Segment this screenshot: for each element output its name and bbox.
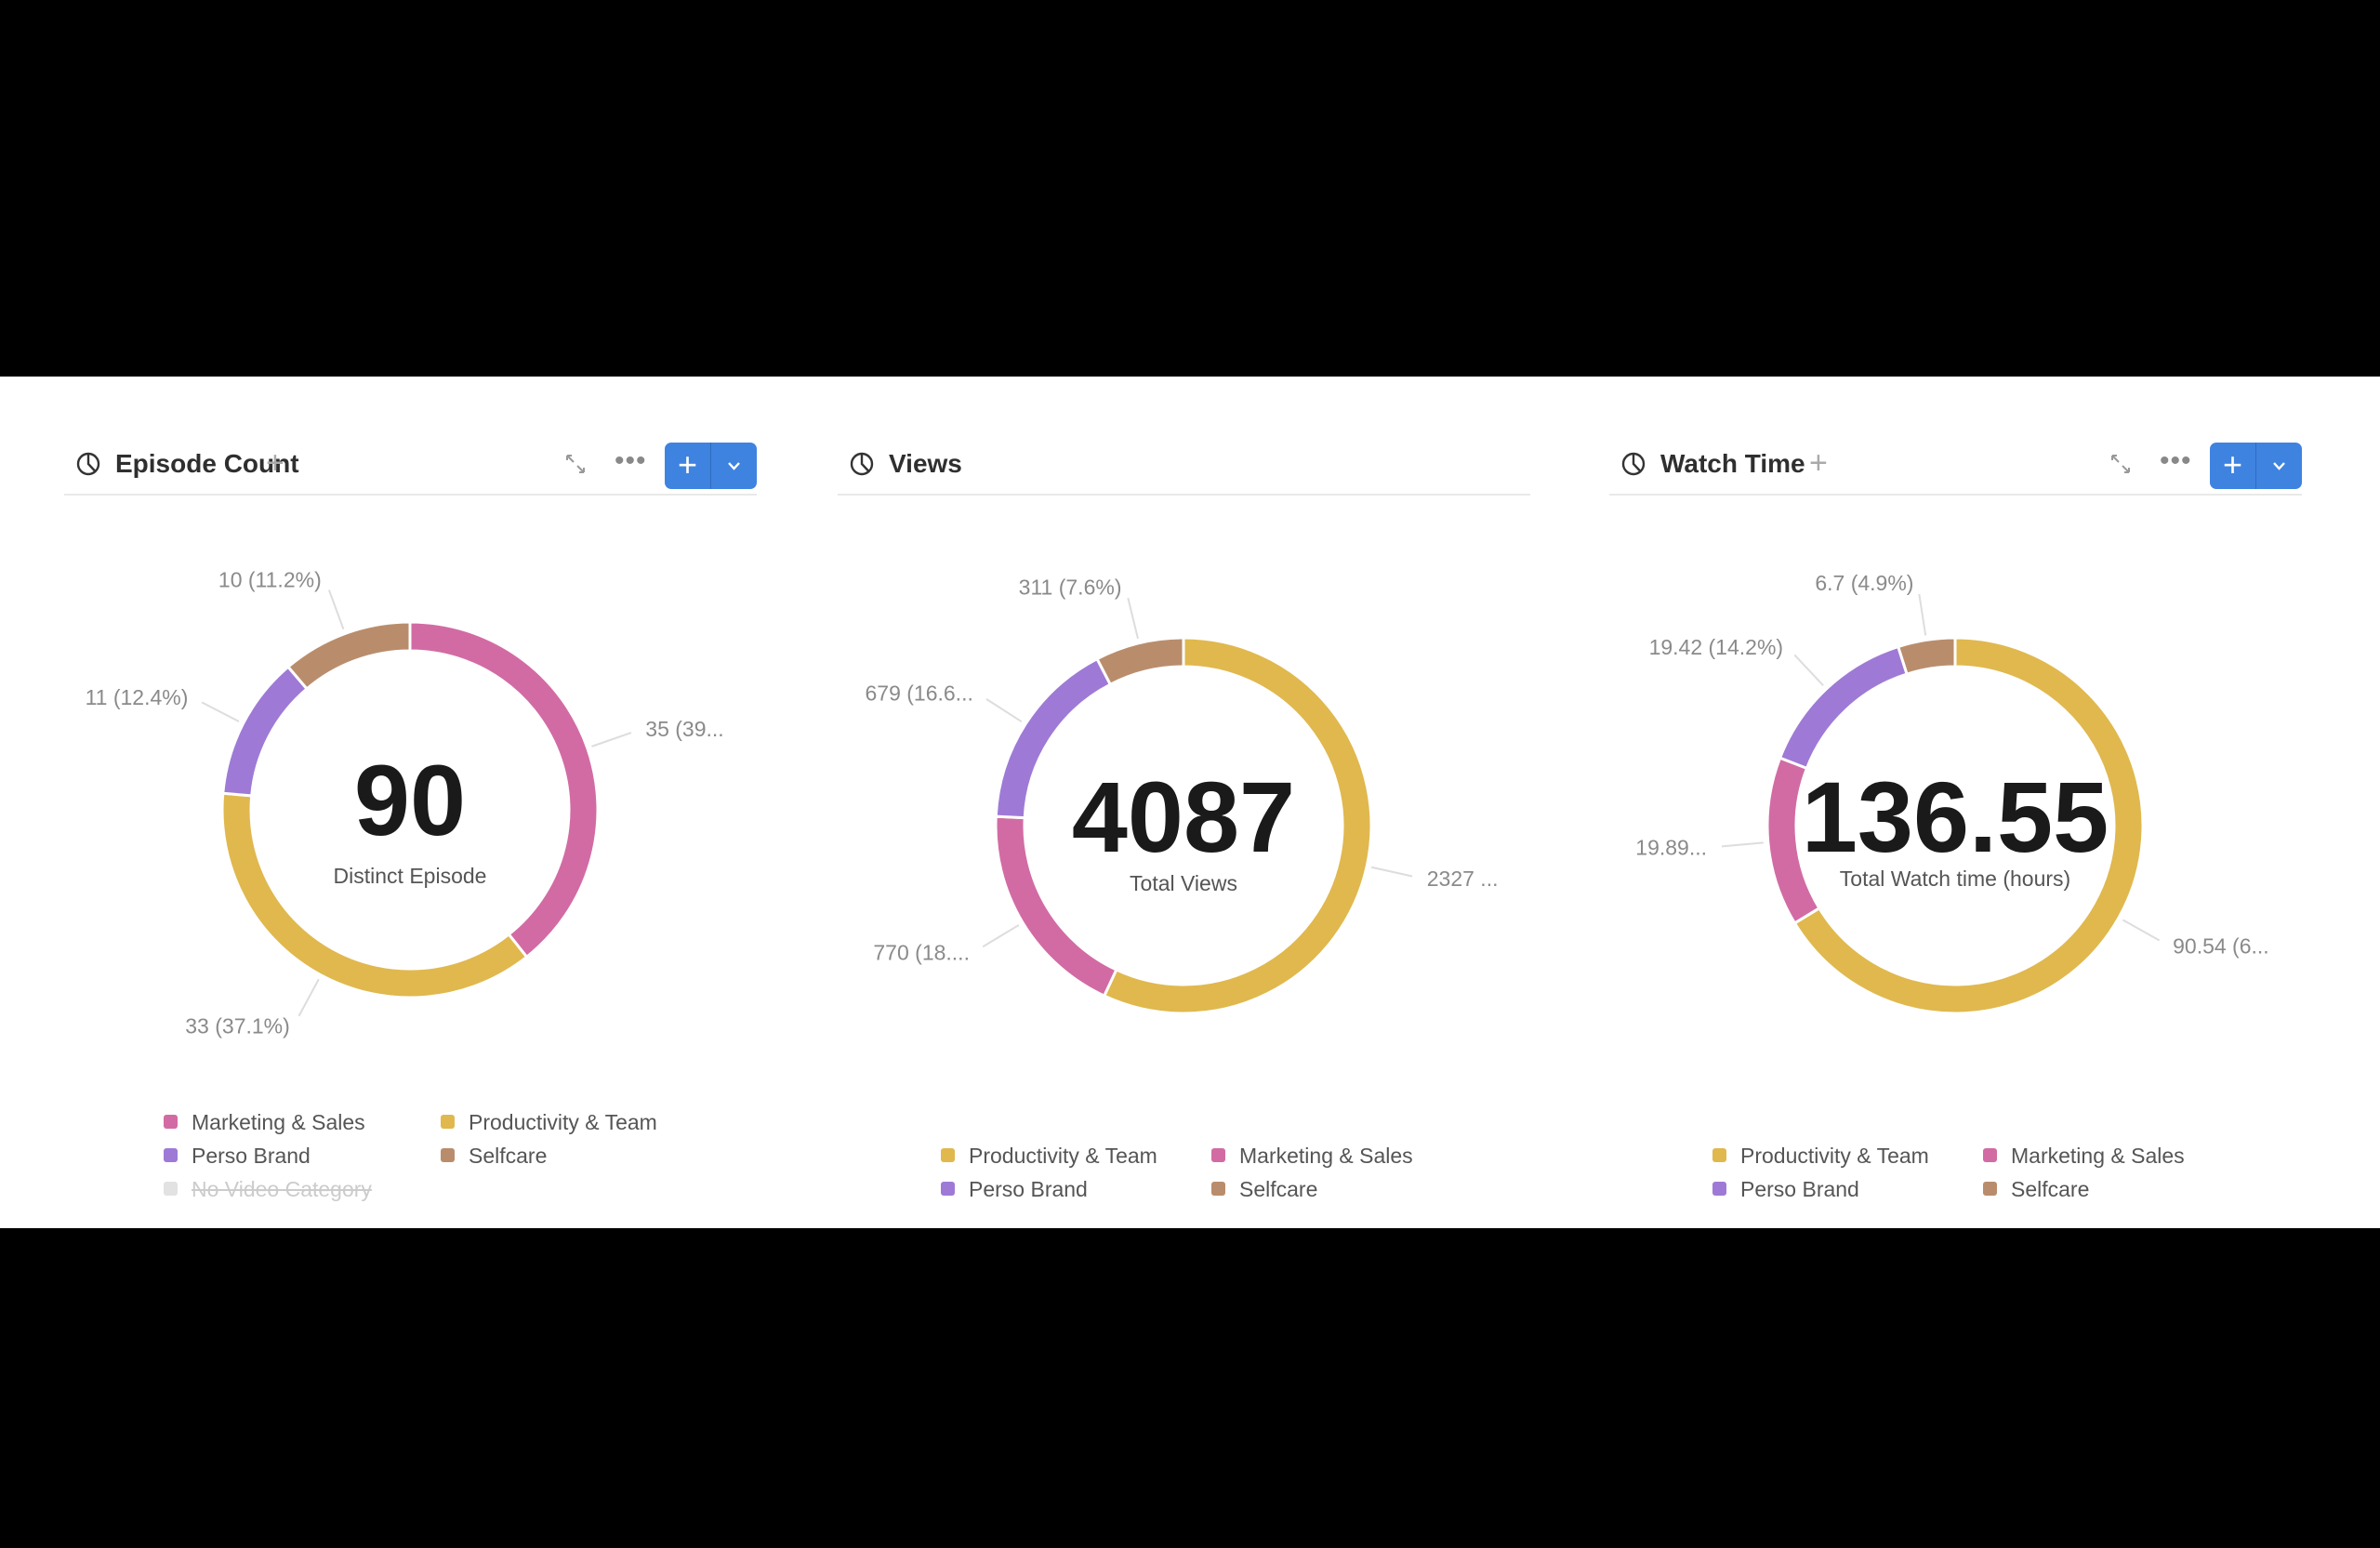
- leader-line: [1721, 841, 1764, 848]
- legend-label: Marketing & Sales: [2011, 1144, 2185, 1168]
- legend-label: Marketing & Sales: [1239, 1144, 1413, 1168]
- legend-swatch: [1712, 1148, 1726, 1162]
- data-label: 19.89...: [1635, 835, 1707, 859]
- legend-swatch: [164, 1115, 178, 1129]
- legend-swatch: [1712, 1182, 1726, 1196]
- center-value: 4087: [1072, 761, 1295, 873]
- panel-header: Episode Count + ••• +: [64, 438, 757, 496]
- data-label: 35 (39...: [645, 717, 723, 741]
- leader-line: [1370, 866, 1413, 878]
- legend-label: No Video Category: [192, 1177, 372, 1201]
- slice-perso-brand[interactable]: [221, 665, 310, 798]
- legend-swatch: [1983, 1182, 1997, 1196]
- leader-line: [591, 732, 632, 748]
- legend-label: Perso Brand: [969, 1177, 1088, 1201]
- center-value: 136.55: [1802, 761, 2109, 873]
- donut-chart: 2327 ... 770 (18.... 679 (16.6... 311 (7.6%…: [865, 576, 1499, 1015]
- data-label: 10 (11.2%): [218, 567, 322, 591]
- leader-line: [298, 978, 320, 1017]
- pie-chart-icon: [75, 451, 101, 477]
- center-label: Total Watch time (hours): [1840, 867, 2070, 891]
- legend-label: Perso Brand: [192, 1144, 311, 1168]
- slice-selfcare[interactable]: [1095, 636, 1185, 687]
- legend-label: Selfcare: [2011, 1177, 2090, 1201]
- legend-label: Perso Brand: [1740, 1177, 1859, 1201]
- legend-swatch: [941, 1148, 955, 1162]
- leader-line: [982, 924, 1020, 948]
- leader-line: [1127, 597, 1139, 640]
- donut-chart: 90.54 (6... 19.89... 19.42 (14.2%) 6.7 (4.9…: [1635, 571, 2269, 1015]
- panel-title[interactable]: Watch Time: [1660, 449, 1805, 479]
- data-label: 90.54 (6...: [2173, 933, 2269, 958]
- leader-line: [1918, 593, 1927, 636]
- legend-label: Selfcare: [1239, 1177, 1318, 1201]
- dashboard: Episode Count + ••• + 35 (39... 33 (37.1%)…: [0, 377, 2380, 1228]
- expand-icon[interactable]: [562, 451, 588, 477]
- legend-swatch: [1211, 1148, 1225, 1162]
- legend-swatch: [441, 1115, 455, 1129]
- chevron-down-icon[interactable]: [711, 443, 757, 489]
- more-options-button[interactable]: •••: [615, 445, 647, 477]
- slice-selfcare[interactable]: [1896, 636, 1957, 676]
- data-label: 11 (12.4%): [86, 685, 189, 709]
- data-label: 6.7 (4.9%): [1815, 571, 1913, 595]
- more-options-button[interactable]: •••: [2160, 445, 2192, 477]
- new-button[interactable]: +: [665, 443, 757, 489]
- chevron-down-icon[interactable]: [2256, 443, 2302, 489]
- panel-header: Views: [838, 438, 1530, 496]
- center-label: Distinct Episode: [334, 864, 487, 888]
- legend-swatch: [164, 1148, 178, 1162]
- legend-label: Marketing & Sales: [192, 1110, 365, 1134]
- center-value: 90: [354, 744, 466, 856]
- leader-line: [201, 701, 240, 722]
- slice-selfcare[interactable]: [285, 620, 412, 691]
- plus-icon[interactable]: +: [2210, 443, 2255, 489]
- add-view-button[interactable]: +: [1809, 445, 1828, 482]
- legend-swatch: [1983, 1148, 1997, 1162]
- leader-line: [2122, 919, 2161, 942]
- new-button[interactable]: +: [2210, 443, 2302, 489]
- plus-icon[interactable]: +: [665, 443, 710, 489]
- legend-swatch: [1211, 1182, 1225, 1196]
- panel-views: Views 2327 ... 770 (18.... 679 (16.6... 311 …: [838, 377, 1530, 1228]
- legend-label: Selfcare: [469, 1144, 548, 1168]
- data-label: 2327 ...: [1427, 867, 1499, 891]
- legend-swatch: [941, 1182, 955, 1196]
- donut-chart: 35 (39... 33 (37.1%) 11 (12.4%) 10 (11.2%) 9…: [86, 567, 724, 1038]
- panel-title[interactable]: Views: [889, 449, 962, 479]
- legend-swatch: [441, 1148, 455, 1162]
- pie-chart-icon: [849, 451, 875, 477]
- leader-line: [1793, 654, 1824, 686]
- data-label: 33 (37.1%): [185, 1013, 290, 1038]
- leader-line: [985, 698, 1023, 723]
- panel-watch-time: Watch Time + ••• + 90.54 (6... 19.89... 19.…: [1609, 377, 2302, 1228]
- legend-label: Productivity & Team: [469, 1110, 657, 1134]
- legend-swatch: [164, 1182, 178, 1196]
- data-label: 311 (7.6%): [1019, 576, 1122, 600]
- slice-perso-brand[interactable]: [1778, 644, 1909, 771]
- data-label: 770 (18....: [873, 940, 970, 964]
- pie-chart-icon: [1620, 451, 1646, 477]
- legend-label: Productivity & Team: [969, 1144, 1157, 1168]
- add-view-button[interactable]: +: [266, 445, 284, 482]
- legend-label: Productivity & Team: [1740, 1144, 1929, 1168]
- center-label: Total Views: [1130, 871, 1237, 895]
- panel-episode-count: Episode Count + ••• + 35 (39... 33 (37.1%)…: [64, 377, 757, 1228]
- expand-icon[interactable]: [2108, 451, 2134, 477]
- data-label: 679 (16.6...: [865, 681, 972, 705]
- data-label: 19.42 (14.2%): [1649, 635, 1783, 659]
- leader-line: [327, 589, 345, 630]
- panel-header: Watch Time + ••• +: [1609, 438, 2302, 496]
